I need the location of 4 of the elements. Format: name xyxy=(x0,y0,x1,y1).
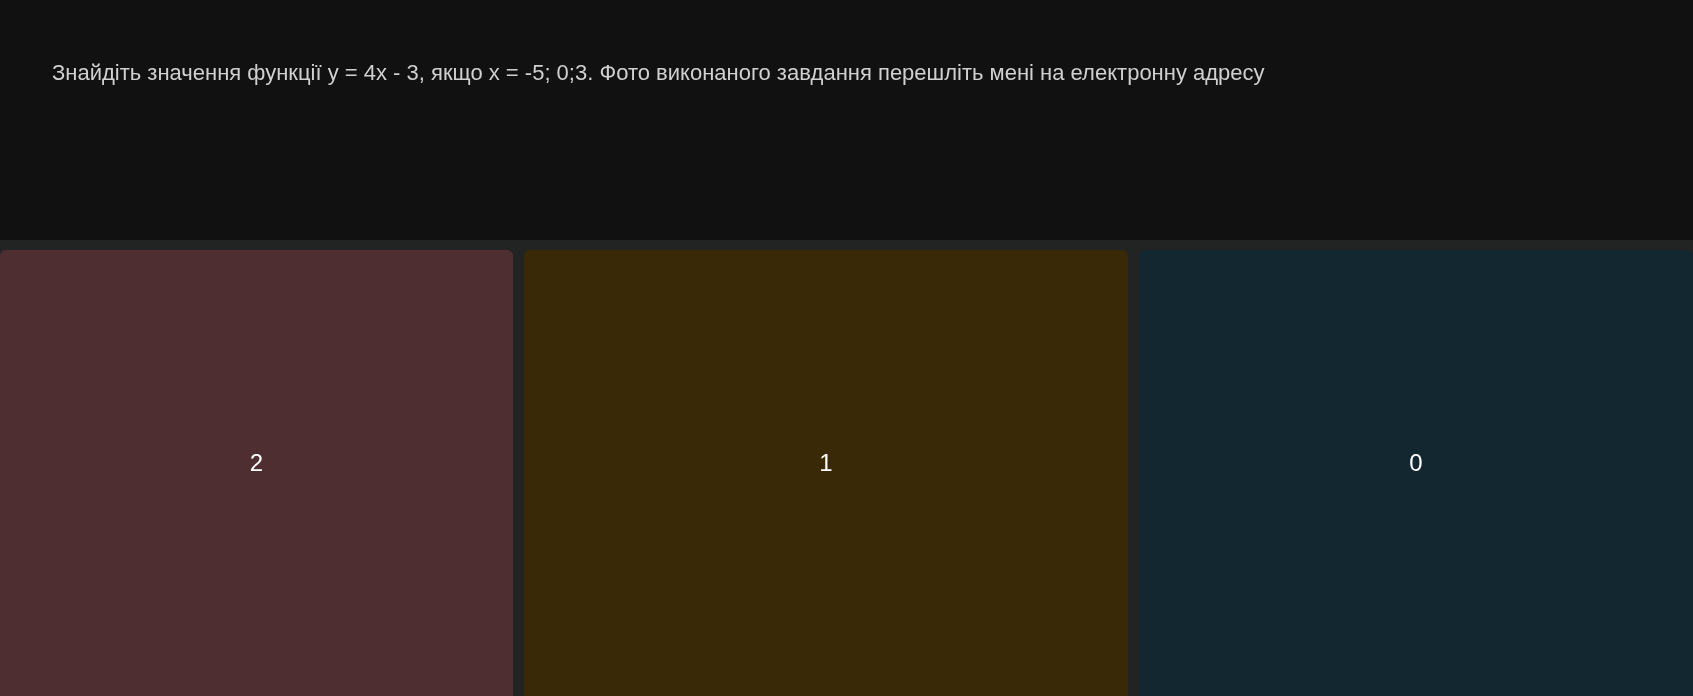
answer-tile[interactable]: 2 xyxy=(0,250,513,696)
question-text: Знайдіть значення функції y = 4x - 3, якщо x = -5; 0;3. Фото виконаного завдання перешліть мені на електронну адресу xyxy=(52,59,1266,87)
answer-tile[interactable]: 1 xyxy=(524,250,1128,696)
answer-tile[interactable]: 0 xyxy=(1139,250,1693,696)
